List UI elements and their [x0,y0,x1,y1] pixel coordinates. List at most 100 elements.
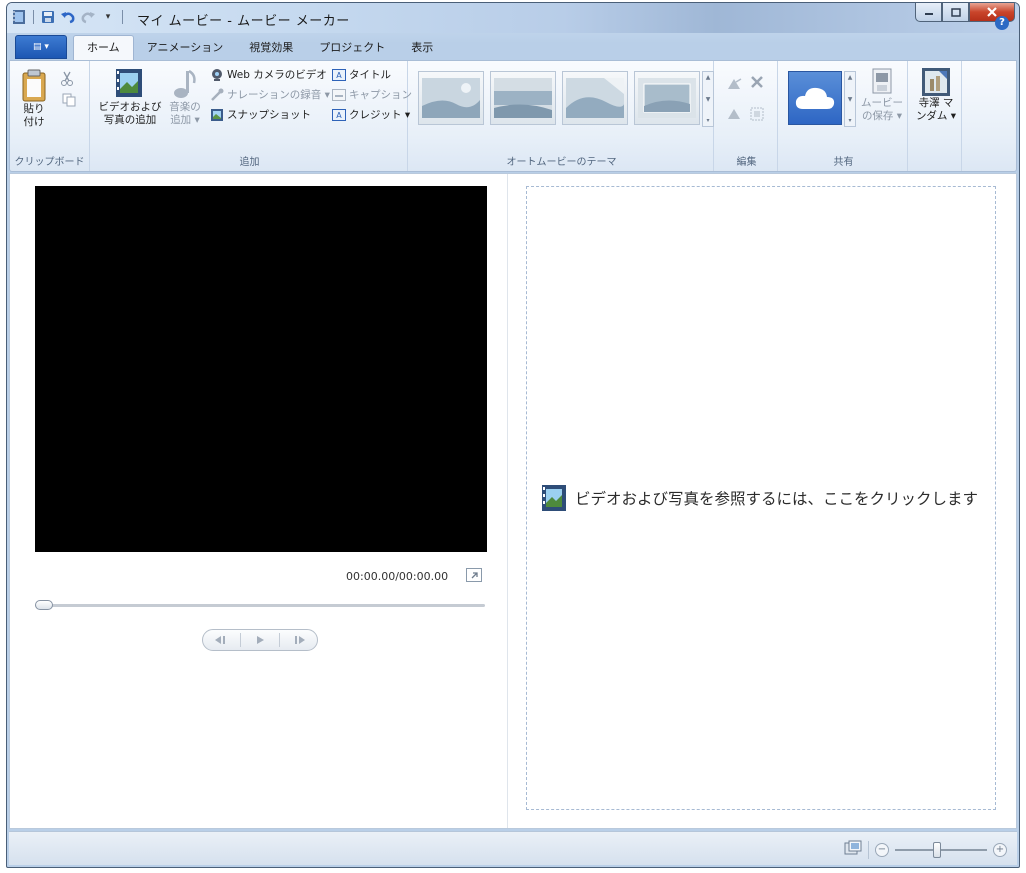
application-menu-button[interactable]: ▤ ▾ [15,35,67,59]
caption-button[interactable]: キャプション [332,87,412,102]
video-preview[interactable] [35,186,487,552]
qat-divider [33,10,34,24]
snapshot-label: スナップショット [227,109,311,121]
rotate-left-icon [728,78,742,89]
share-onedrive-button[interactable] [788,71,842,125]
rotate-right-icon [728,109,740,119]
microphone-icon [211,88,224,101]
fullscreen-preview-button[interactable] [466,568,482,582]
help-icon[interactable]: ? [995,16,1009,30]
share-group-label: 共有 [833,157,854,168]
share-scroll-down-icon[interactable]: ▼ [848,96,853,103]
tab-view[interactable]: 表示 [398,37,446,60]
undo-icon[interactable] [60,9,76,25]
select-all-icon [750,107,764,121]
title-button[interactable]: A タイトル [332,67,391,82]
save-movie-icon [872,68,892,94]
pane-splitter[interactable] [507,174,508,828]
zoom-slider-thumb[interactable] [933,841,941,858]
clipboard-icon [22,69,46,102]
redo-icon[interactable] [80,9,96,25]
account-label-2: ンダム ▾ [915,110,957,122]
credits-icon: A [332,108,346,121]
previous-frame-icon [215,636,226,644]
add-music-label-2: 追加 ▾ [170,114,200,126]
close-icon [987,7,997,17]
add-videos-photos-button[interactable]: ビデオおよび 写真の追加 [98,67,162,127]
rotate-right-button[interactable] [726,107,742,121]
maximize-button[interactable] [942,3,969,22]
theme-thumbnail[interactable] [562,71,628,125]
theme-preview-icon [566,78,624,118]
minimize-icon [924,13,933,15]
add-music-button[interactable]: 音楽の 追加 ▾ [164,67,206,127]
zoom-slider[interactable] [895,841,987,858]
account-button[interactable]: 寺澤 マ ンダム ▾ [914,67,958,123]
group-share: ▲ ▼ ▾ ムービー の保存 ▾ 共有 [780,61,908,171]
add-videos-label-1: ビデオおよび [98,101,162,113]
gallery-more-icon[interactable]: ▾ [706,117,709,124]
customize-qat-icon[interactable]: ▾ [100,9,116,25]
save-icon[interactable] [40,9,56,25]
next-frame-button[interactable] [285,631,315,649]
storyboard-pane[interactable]: ビデオおよび写真を参照するには、ここをクリックします [526,186,996,810]
main-workspace: 00:00.00/00:00.00 ビデオおよび写真を参照するには、ここをクリッ… [9,173,1017,829]
play-icon [256,636,264,644]
record-narration-button[interactable]: ナレーションの録音 ▾ [210,87,330,102]
status-divider [868,840,869,859]
zoom-in-button[interactable]: + [993,842,1007,857]
quick-access-toolbar: ▾ [11,9,125,25]
theme-preview-icon [422,78,480,118]
status-bar: − + [9,831,1017,865]
gallery-scroll-up-icon[interactable]: ▲ [706,74,711,81]
music-note-icon [174,69,196,98]
play-button[interactable] [245,631,275,649]
cloud-icon [795,87,835,109]
share-gallery-scroll[interactable]: ▲ ▼ ▾ [844,71,856,127]
snapshot-button[interactable]: スナップショット [210,107,311,122]
copy-button[interactable] [62,93,76,107]
remove-button[interactable] [750,75,764,89]
window-title: マイ ムービー - ムービー メーカー [137,14,350,29]
snapshot-icon [211,108,223,121]
remove-x-icon [751,76,763,88]
tab-visual-effects[interactable]: 視覚効果 [236,37,306,60]
group-add: ビデオおよび 写真の追加 音楽の 追加 ▾ Web カメラのビデオ ナレーション… [92,61,412,171]
select-all-button[interactable] [750,107,764,121]
next-frame-icon [294,636,305,644]
paste-button[interactable]: 貼り 付け [16,69,52,129]
playback-divider [279,633,281,647]
save-movie-button[interactable]: ムービー の保存 ▾ [860,67,904,123]
webcam-video-button[interactable]: Web カメラのビデオ [210,67,327,82]
film-strip-icon [11,9,27,25]
seek-bar[interactable] [35,604,485,607]
theme-thumbnail[interactable] [634,71,700,125]
gallery-scroll-down-icon[interactable]: ▼ [706,96,711,103]
add-media-icon [542,485,566,511]
rotate-left-button[interactable] [726,77,742,91]
browse-media-prompt[interactable]: ビデオおよび写真を参照するには、ここをクリックします [541,484,978,512]
copy-icon [62,93,76,107]
tab-project[interactable]: プロジェクト [306,37,398,60]
share-scroll-up-icon[interactable]: ▲ [848,74,853,81]
scissors-icon [61,71,73,86]
theme-thumbnail[interactable] [418,71,484,125]
tab-home[interactable]: ホーム [73,35,134,60]
credits-button[interactable]: A クレジット ▾ [332,107,410,122]
previous-frame-button[interactable] [205,631,235,649]
minimize-button[interactable] [915,3,942,22]
zoom-out-button[interactable]: − [875,842,889,857]
cut-button[interactable] [60,71,74,87]
theme-gallery-scroll[interactable]: ▲ ▼ ▾ [702,71,714,127]
credits-label: クレジット ▾ [349,109,411,121]
group-clipboard: 貼り 付け クリップボード [10,61,90,171]
account-label-1: 寺澤 マ [918,97,954,109]
svg-text:A: A [336,71,342,80]
storyboard-view-icon[interactable] [844,840,862,859]
group-editing: 編集 [716,61,778,171]
theme-thumbnail[interactable] [490,71,556,125]
share-more-icon[interactable]: ▾ [848,117,851,124]
add-videos-label-2: 写真の追加 [103,114,157,126]
tab-animations[interactable]: アニメーション [134,37,237,60]
seek-bar-thumb[interactable] [35,600,53,610]
